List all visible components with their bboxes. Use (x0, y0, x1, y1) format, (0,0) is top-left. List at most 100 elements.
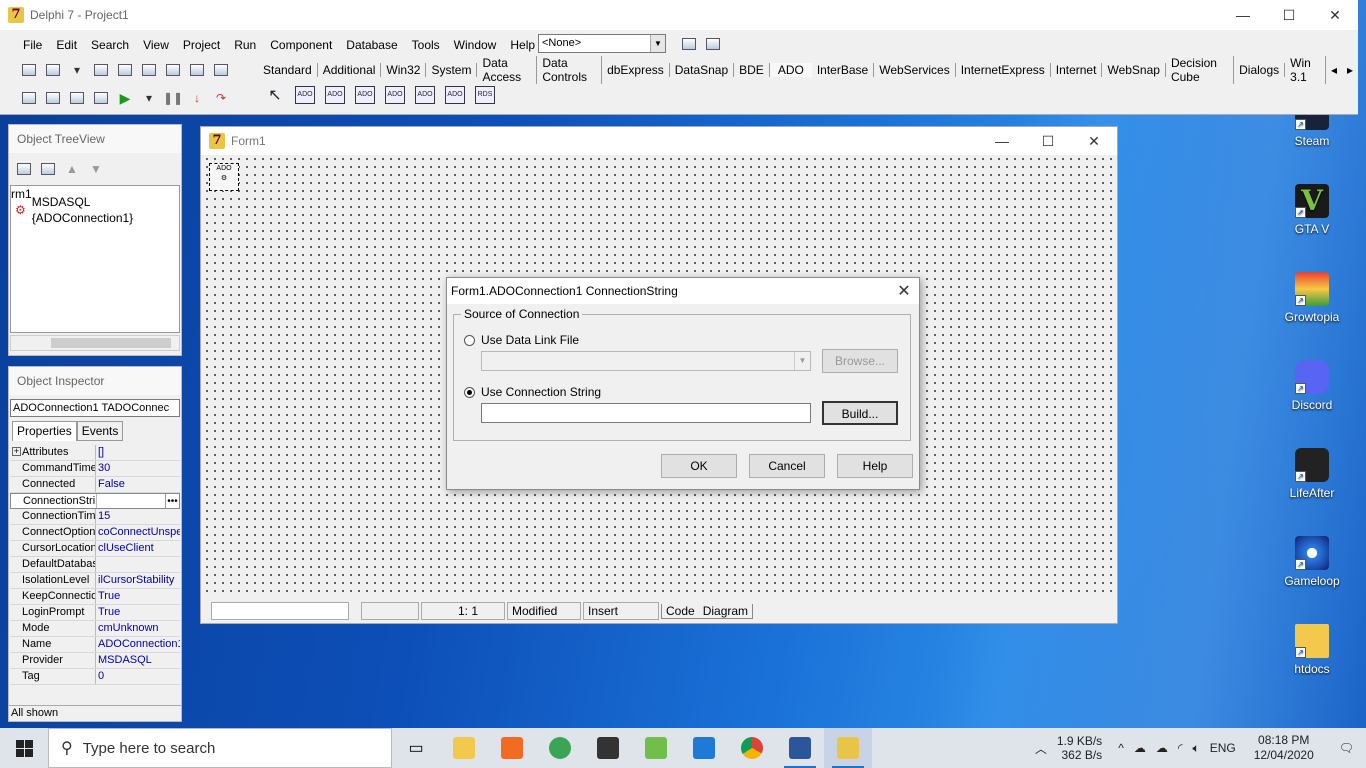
maximize-button[interactable]: ☐ (1025, 127, 1071, 155)
menu-tools[interactable]: Tools (405, 38, 447, 52)
browse-button[interactable]: Browse... (822, 349, 898, 373)
property-row[interactable]: Name ADOConnection1 (10, 637, 180, 653)
property-row[interactable]: KeepConnectio True (10, 589, 180, 605)
view-form-icon[interactable] (42, 88, 64, 108)
new-icon[interactable] (18, 60, 40, 80)
step-over-icon[interactable]: ↷ (210, 88, 232, 108)
palette-scroll-right-icon[interactable]: ▸ (1342, 63, 1358, 77)
desktop-icon-htdocs[interactable]: ↗ htdocs (1274, 624, 1350, 676)
property-row[interactable]: ConnectionTim 15 (10, 509, 180, 525)
dialog-titlebar[interactable]: Form1.ADOConnection1 ConnectionString ✕ (447, 278, 919, 304)
palette-tab[interactable]: DataSnap (670, 63, 735, 77)
set-debug-desktop-icon[interactable] (702, 34, 724, 54)
taskbar-chrome[interactable] (728, 728, 776, 768)
cloud-sync-icon[interactable]: ☁ (1151, 741, 1173, 755)
trace-into-icon[interactable]: ↓ (186, 88, 208, 108)
menu-run[interactable]: Run (227, 38, 263, 52)
help-button[interactable]: Help (837, 454, 913, 478)
chevron-down-icon[interactable]: ▾ (138, 88, 160, 108)
arrow-up-icon[interactable]: ▲ (61, 159, 83, 179)
adocommand-component-icon[interactable]: ADO (322, 82, 348, 108)
taskbar-vscode[interactable] (680, 728, 728, 768)
taskbar-search-box[interactable]: ⚲ Type here to search (48, 728, 392, 768)
minimize-button[interactable]: — (979, 127, 1025, 155)
taskbar-notepad[interactable] (632, 728, 680, 768)
chevron-down-icon[interactable]: ▼ (794, 352, 810, 370)
add-file-icon[interactable] (162, 60, 184, 80)
ok-button[interactable]: OK (661, 454, 737, 478)
property-row[interactable]: Tag 0 (10, 669, 180, 685)
notifications-icon[interactable]: 🗨︎ (1327, 741, 1366, 755)
palette-tab[interactable]: Standard (258, 63, 318, 77)
property-row[interactable]: Provider MSDASQL (10, 653, 180, 669)
adoconnection-component-icon[interactable]: ADO (292, 82, 318, 108)
palette-tab[interactable]: System (426, 63, 478, 77)
tab-properties[interactable]: Properties (12, 421, 77, 441)
property-row[interactable]: Mode cmUnknown (10, 621, 180, 637)
language-indicator[interactable]: ENG (1205, 741, 1241, 755)
radio-use-connection-string[interactable]: Use Connection String (464, 385, 601, 399)
desktop-icon-gameloop[interactable]: ↗ Gameloop (1274, 536, 1350, 588)
palette-tab[interactable]: Dialogs (1234, 63, 1286, 77)
menu-file[interactable]: File (16, 38, 49, 52)
desktop-icon-lifeafter[interactable]: ↗ LifeAfter (1274, 448, 1350, 500)
desktop-icon-growtopia[interactable]: ↗ Growtopia (1274, 272, 1350, 324)
property-row[interactable]: + Attributes[] (10, 445, 180, 461)
menu-project[interactable]: Project (176, 38, 227, 52)
menu-help[interactable]: Help (503, 38, 542, 52)
chevron-down-icon[interactable]: ▾ (66, 60, 88, 80)
palette-tab[interactable]: InternetExpress (956, 63, 1051, 77)
chevron-down-icon[interactable]: ▼ (650, 35, 665, 52)
property-row[interactable]: IsolationLevel ilCursorStability (10, 573, 180, 589)
desktop-icon-discord[interactable]: ↗ Discord (1274, 360, 1350, 412)
build-button[interactable]: Build... (822, 401, 898, 425)
property-row[interactable]: Connected False (10, 477, 180, 493)
save-all-icon[interactable] (114, 60, 136, 80)
pause-icon[interactable]: ❚❚ (162, 88, 184, 108)
menu-component[interactable]: Component (263, 38, 339, 52)
wifi-icon[interactable]: ◜ (1173, 741, 1188, 755)
open-icon[interactable] (42, 60, 64, 80)
close-button[interactable]: ✕ (889, 278, 919, 304)
expand-icon[interactable]: + (12, 447, 21, 456)
toggle-form-unit-icon[interactable] (66, 88, 88, 108)
palette-tab[interactable]: Decision Cube (1166, 56, 1235, 84)
palette-tab[interactable]: Internet (1051, 63, 1103, 77)
close-button[interactable]: ✕ (1312, 0, 1358, 30)
taskbar-maps-app[interactable] (536, 728, 584, 768)
palette-tab-active[interactable]: ADO (769, 63, 812, 77)
start-button[interactable] (0, 728, 48, 768)
menu-database[interactable]: Database (339, 38, 404, 52)
property-row[interactable]: LoginPrompt True (10, 605, 180, 621)
pointer-icon[interactable]: ↖ (262, 82, 288, 108)
taskbar-xampp[interactable] (488, 728, 536, 768)
treeview-titlebar[interactable]: Object TreeView (9, 125, 181, 153)
connection-string-input[interactable] (481, 403, 811, 423)
menu-edit[interactable]: Edit (49, 38, 84, 52)
main-titlebar[interactable]: 7 Delphi 7 - Project1 — ☐ ✕ (0, 0, 1358, 30)
taskbar-word[interactable] (776, 728, 824, 768)
palette-tab[interactable]: Data Access (477, 56, 538, 84)
palette-tab[interactable]: Data Controls (537, 56, 603, 84)
save-icon[interactable] (90, 60, 112, 80)
desktop-icon-gta[interactable]: V ↗ GTA V (1274, 184, 1350, 236)
adotable-component-icon[interactable]: ADO (382, 82, 408, 108)
help-contents-icon[interactable] (210, 60, 232, 80)
cancel-button[interactable]: Cancel (749, 454, 825, 478)
palette-scroll-left-icon[interactable]: ◂ (1326, 63, 1342, 77)
run-icon[interactable]: ▶ (114, 88, 136, 108)
palette-tab[interactable]: Win32 (381, 63, 427, 77)
inspector-object-selector[interactable]: ADOConnection1 TADOConnec (10, 399, 180, 417)
menu-view[interactable]: View (136, 38, 176, 52)
ellipsis-button[interactable]: ••• (165, 494, 179, 508)
property-row-selected[interactable]: ConnectionStri ••• (10, 493, 180, 509)
save-desktop-icon[interactable] (678, 34, 700, 54)
treeview-hscrollbar[interactable] (10, 335, 180, 351)
volume-icon[interactable]: 🔈︎ (1187, 741, 1204, 756)
taskbar-clock[interactable]: 08:18 PM 12/04/2020 (1241, 733, 1327, 763)
tree-node-adoconnection[interactable]: ⚙ MSDASQL {ADOConnection1} (11, 195, 179, 225)
property-row[interactable]: DefaultDatabas (10, 557, 180, 573)
palette-tab[interactable]: WebSnap (1102, 63, 1166, 77)
taskbar-delphi[interactable] (824, 728, 872, 768)
view-unit-icon[interactable] (18, 88, 40, 108)
